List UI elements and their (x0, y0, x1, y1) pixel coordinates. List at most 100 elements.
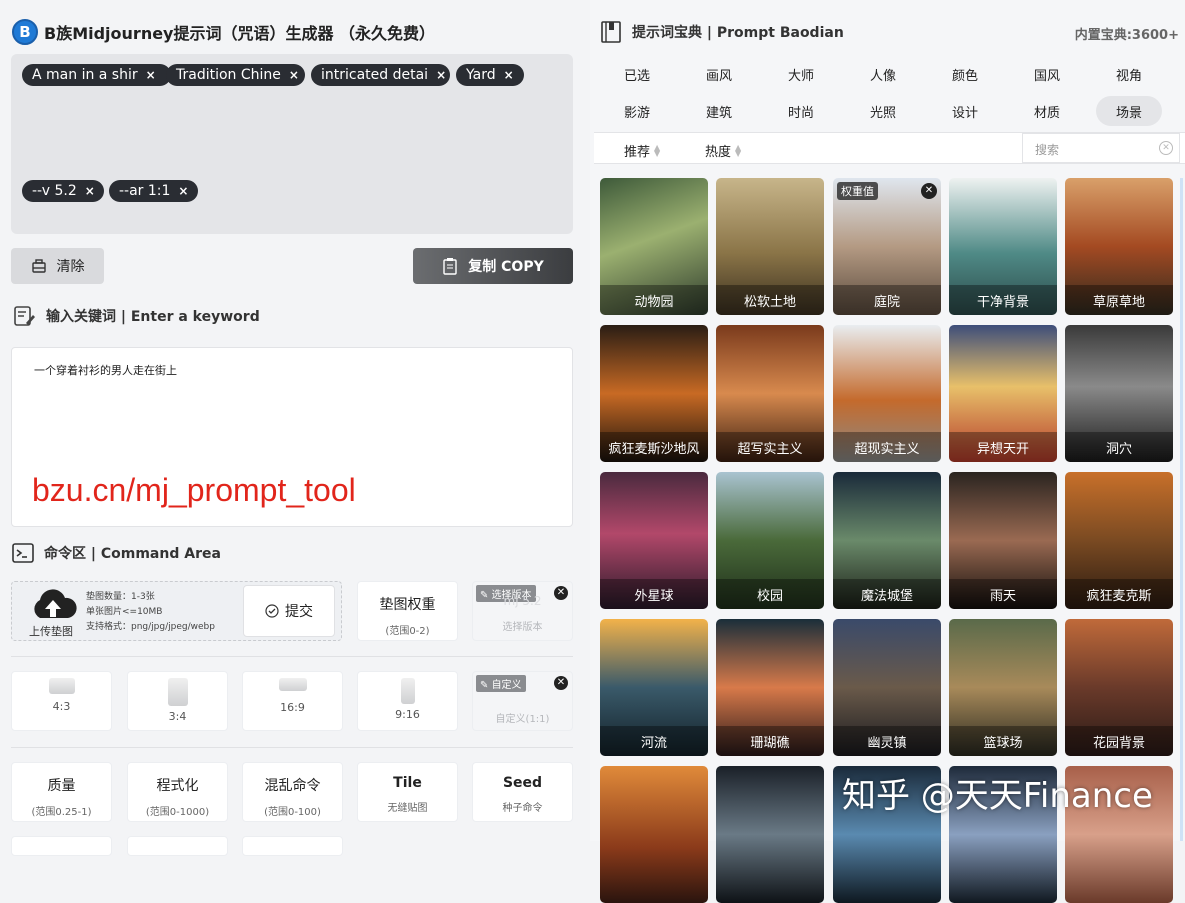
stylize-card[interactable]: 程式化 (范围0-1000) (127, 762, 228, 822)
ratio-9-16[interactable]: 9:16 (357, 671, 458, 731)
prompt-tag-box[interactable]: A man in a shir × Tradition Chine × intric… (11, 54, 573, 234)
prompt-tag[interactable]: Yard × (456, 64, 524, 86)
param-tag[interactable]: --ar 1:1 × (109, 180, 198, 202)
scene-tile[interactable]: 外星球 (600, 472, 708, 609)
quality-card[interactable]: 质量 (范围0.25-1) (11, 762, 112, 822)
more-param-card[interactable] (242, 836, 343, 856)
scene-tile[interactable]: 疯狂麦斯沙地风 (600, 325, 708, 462)
scene-tile-label: 雨天 (949, 579, 1057, 609)
scene-tile[interactable]: 雨天 (949, 472, 1057, 609)
version-select-card[interactable]: ✎ 选择版本 ✕ mj 5.2 选择版本 (472, 581, 573, 641)
close-icon[interactable]: × (178, 184, 188, 198)
image-weight-card[interactable]: 垫图权重 (范围0-2) (357, 581, 458, 641)
close-icon[interactable]: × (146, 68, 156, 82)
scene-tile[interactable]: 松软土地 (716, 178, 824, 315)
keyword-value: 一个穿着衬衫的男人走在街上 (34, 364, 177, 377)
custom-ratio-card[interactable]: ✎ 自定义 ✕ 自定义(1:1) (472, 671, 573, 731)
card-title: 程式化 (156, 778, 199, 794)
weight-badge[interactable]: 权重值 (837, 182, 878, 200)
scene-tile-label: 校园 (716, 579, 824, 609)
category-tab[interactable]: 大师 (768, 59, 834, 89)
scene-tile[interactable]: 超写实主义 (716, 325, 824, 462)
ratio-16-9[interactable]: 16:9 (242, 671, 343, 731)
prompt-tag[interactable]: Tradition Chine × (166, 64, 305, 86)
scene-tile-label: 洞穴 (1065, 432, 1173, 462)
category-tab[interactable]: 视角 (1096, 59, 1162, 89)
category-tab[interactable]: 场景 (1096, 96, 1162, 126)
param-tag[interactable]: --v 5.2 × (22, 180, 104, 202)
custom-badge: ✎ 自定义 (476, 675, 526, 692)
sort-popularity[interactable]: 热度 ▲ ▼ (705, 141, 741, 160)
category-tab[interactable]: 画风 (686, 59, 752, 89)
submit-button[interactable]: 提交 (243, 585, 335, 637)
category-tab[interactable]: 已选 (604, 59, 670, 89)
card-sub: (范围0.25-1) (31, 807, 92, 818)
prompt-baodian-panel: 提示词宝典 | Prompt Baodian 内置宝典:3600+ 已选 画风 大师… (590, 0, 1185, 903)
ratio-shape (48, 678, 75, 694)
tile-card[interactable]: Tile 无缝贴图 (357, 762, 458, 822)
close-icon[interactable]: × (504, 68, 514, 82)
seed-card[interactable]: Seed 种子命令 (472, 762, 573, 822)
clear-button[interactable]: 清除 (11, 248, 104, 284)
scene-tile-label: 草原草地 (1065, 285, 1173, 315)
scene-tile[interactable]: 草原草地 (1065, 178, 1173, 315)
scene-tile[interactable]: 疯狂麦克斯 (1065, 472, 1173, 609)
prompt-tag[interactable]: A man in a shir × (22, 64, 171, 86)
category-tab[interactable]: 光照 (850, 96, 916, 126)
scene-tile[interactable]: 魔法城堡 (833, 472, 941, 609)
scene-tile[interactable]: 河流 (600, 619, 708, 756)
prompt-tag[interactable]: intricated detai × (311, 64, 450, 86)
copy-button[interactable]: 复制 COPY (413, 248, 573, 284)
category-tab[interactable]: 建筑 (686, 96, 752, 126)
close-icon[interactable]: × (436, 68, 446, 82)
scene-tile-label: 疯狂麦斯沙地风 (600, 432, 708, 462)
sort-recommend[interactable]: 推荐 ▲ ▼ (624, 141, 660, 160)
scene-tile-label: 河流 (600, 726, 708, 756)
category-tab[interactable]: 国风 (1014, 59, 1080, 89)
scene-tile[interactable]: 校园 (716, 472, 824, 609)
clear-search-icon[interactable]: ✕ (1159, 141, 1173, 155)
scene-tile[interactable]: 花园背景 (1065, 619, 1173, 756)
ratio-4-3[interactable]: 4:3 (11, 671, 112, 731)
scene-tile[interactable]: 异想天开 (949, 325, 1057, 462)
scene-tile[interactable]: 幽灵镇 (833, 619, 941, 756)
scene-tile[interactable] (600, 766, 708, 903)
custom-badge-text: 自定义 (491, 680, 522, 691)
tag-label: Yard (466, 67, 496, 83)
scene-tile[interactable]: 洞穴 (1065, 325, 1173, 462)
scene-tile[interactable]: 篮球场 (949, 619, 1057, 756)
scene-tile[interactable]: 超现实主义 (833, 325, 941, 462)
upload-info-line: 垫图数量：1-3张 (86, 592, 155, 602)
scene-tile[interactable]: 珊瑚礁 (716, 619, 824, 756)
category-tab[interactable]: 颜色 (932, 59, 998, 89)
close-icon[interactable]: ✕ (921, 183, 937, 199)
scene-tile[interactable]: 庭院 权重值 ✕ (833, 178, 941, 315)
category-tab[interactable]: 设计 (932, 96, 998, 126)
search-input[interactable]: 搜索 ✕ (1022, 133, 1180, 163)
ratio-shape (278, 678, 307, 691)
edit-note-icon (14, 306, 35, 326)
scene-tile[interactable] (716, 766, 824, 903)
scene-tile-label: 魔法城堡 (833, 579, 941, 609)
close-icon[interactable]: × (85, 184, 95, 198)
chaos-card[interactable]: 混乱命令 (范围0-100) (242, 762, 343, 822)
keyword-input[interactable]: 一个穿着衬衫的男人走在街上 bzu.cn/mj_prompt_tool (11, 347, 573, 527)
more-param-card[interactable] (127, 836, 228, 856)
upload-reference-area[interactable]: 上传垫图 垫图数量：1-3张 单张图片<=10MB 支持格式：png/jpg/j… (11, 581, 342, 641)
category-tab[interactable]: 材质 (1014, 96, 1080, 126)
category-tab[interactable]: 时尚 (768, 96, 834, 126)
close-icon[interactable]: × (289, 68, 299, 82)
category-tab[interactable]: 人像 (850, 59, 916, 89)
category-tab[interactable]: 影游 (604, 96, 670, 126)
card-sub: 无缝贴图 (387, 803, 428, 814)
card-title: 混乱命令 (264, 778, 321, 794)
scrollbar[interactable] (1180, 178, 1183, 841)
more-param-card[interactable] (11, 836, 112, 856)
scene-tile[interactable]: 干净背景 (949, 178, 1057, 315)
zhihu-watermark: 知乎 @天天Finance (842, 776, 1153, 816)
keyword-heading: 输入关键词 | Enter a keyword (12, 304, 260, 328)
ratio-3-4[interactable]: 3:4 (127, 671, 228, 731)
command-heading: 命令区 | Command Area (12, 542, 221, 564)
scene-tile[interactable]: 动物园 (600, 178, 708, 315)
close-icon[interactable]: ✕ (554, 676, 568, 690)
